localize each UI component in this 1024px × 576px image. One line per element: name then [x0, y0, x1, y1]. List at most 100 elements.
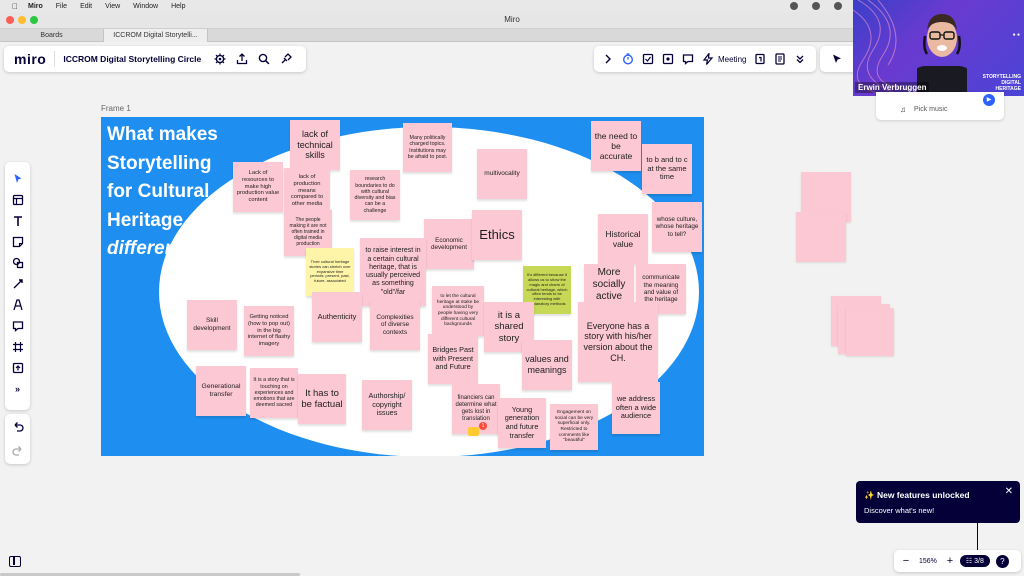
video-top-indicator: ● ● [1012, 32, 1020, 38]
meeting-label[interactable]: Meeting [718, 55, 746, 64]
sticky-note-yellow[interactable]: Their cultural heritage stories can stre… [306, 248, 354, 296]
comment-marker-icon[interactable] [468, 427, 479, 436]
apple-icon[interactable]:  [12, 2, 18, 11]
step-counter-icon[interactable] [753, 52, 767, 66]
music-panel: ♫ Pick music ▶ [876, 92, 1004, 120]
sticky-note[interactable]: Young generation and future transfer [498, 398, 546, 448]
undo-icon[interactable] [11, 420, 24, 433]
play-icon[interactable]: ▶ [983, 94, 995, 106]
sticky-note[interactable]: to b and to c at the same time [642, 144, 692, 194]
frame-label[interactable]: Frame 1 [101, 104, 131, 113]
tray-icon[interactable] [812, 2, 820, 10]
sticky-note-icon[interactable] [11, 235, 24, 248]
menu-app-name[interactable]: Miro [28, 3, 43, 10]
pick-music-link[interactable]: Pick music [914, 106, 947, 113]
tray-icon[interactable] [834, 2, 842, 10]
board-toolbar: miro ICCROM Digital Storytelling Circle [4, 46, 306, 72]
sticky-note[interactable]: Ethics [472, 210, 522, 260]
gear-icon[interactable] [213, 52, 227, 66]
connection-line-icon[interactable] [11, 277, 24, 290]
heading-line-italic: differen [107, 238, 177, 259]
chevron-right-icon[interactable] [601, 52, 615, 66]
tool-palette: » [5, 162, 30, 410]
sticky-note[interactable]: Bridges Past with Present and Future [428, 334, 478, 384]
toast-subtitle[interactable]: Discover what's new! [864, 506, 934, 515]
more-tools-icon[interactable]: » [11, 382, 24, 395]
sticky-note[interactable]: It has to be factual [298, 374, 346, 424]
sticky-note[interactable]: we address often a wide audience [612, 382, 660, 434]
sticky-note-empty[interactable] [846, 308, 894, 356]
cursor-icon[interactable] [830, 52, 844, 66]
sticky-note[interactable]: research boundaries to do with cultural … [350, 170, 400, 220]
comment-icon[interactable] [681, 52, 695, 66]
chevron-double-down-icon[interactable] [793, 52, 807, 66]
meeting-icon[interactable] [701, 52, 715, 66]
close-icon[interactable]: ✕ [1005, 486, 1013, 497]
comment-count-badge[interactable]: 1 [479, 422, 487, 430]
menu-help[interactable]: Help [171, 3, 185, 10]
zoom-out-button[interactable]: − [899, 555, 913, 567]
menu-window[interactable]: Window [133, 3, 158, 10]
sticky-note[interactable]: the need to be accurate [591, 121, 641, 171]
shapes-icon[interactable] [11, 256, 24, 269]
heading-line: Storytelling [107, 152, 212, 174]
menu-edit[interactable]: Edit [80, 3, 92, 10]
sticky-note[interactable]: to raise interest in a certain cultural … [360, 238, 426, 306]
text-tool-icon[interactable] [11, 214, 24, 227]
sticky-note[interactable]: Everyone has a story with his/her versio… [578, 302, 658, 382]
tab-boards[interactable]: Boards [0, 29, 104, 42]
menu-view[interactable]: View [105, 3, 120, 10]
undo-redo-panel [5, 414, 30, 464]
frame-tool-icon[interactable] [11, 340, 24, 353]
sidebar-toggle-icon[interactable] [9, 556, 21, 567]
video-call-overlay: ● ● STORYTELLING DIGITAL HERITAGE Erwin … [853, 0, 1024, 96]
collaboration-toolbar: Meeting [594, 46, 816, 72]
sticky-note[interactable]: Lack of resources to make high productio… [233, 162, 283, 212]
plugin-icon[interactable] [279, 52, 293, 66]
sticky-note[interactable]: Authenticity [312, 292, 362, 342]
sticky-note[interactable]: values and meanings [522, 340, 572, 390]
sticky-note[interactable]: to let the cultural heritage at stake be… [432, 286, 484, 336]
sticky-note[interactable]: More socially active [584, 264, 634, 306]
toast-pointer [977, 523, 978, 550]
sticky-note[interactable]: Economic development [424, 219, 474, 269]
sticky-note[interactable]: Getting noticed (how to pop out) in the … [244, 306, 294, 356]
sticky-note[interactable]: lack of technical skills [290, 120, 340, 170]
tab-board[interactable]: ICCROM Digital Storytelli... [104, 29, 208, 42]
vote-icon[interactable] [641, 52, 655, 66]
zoom-level[interactable]: 156% [919, 558, 937, 565]
redo-icon[interactable] [11, 444, 24, 457]
search-icon[interactable] [257, 52, 271, 66]
menu-file[interactable]: File [56, 3, 67, 10]
share-icon[interactable] [235, 52, 249, 66]
notes-icon[interactable] [773, 52, 787, 66]
frames-count: 3/8 [974, 558, 984, 565]
frame-heading[interactable]: What makes Storytelling for Cultural Her… [107, 121, 218, 264]
sticky-note[interactable]: Authorship/ copyright issues [362, 380, 412, 430]
sticky-note[interactable]: Generational transfer [196, 366, 246, 416]
board-name[interactable]: ICCROM Digital Storytelling Circle [63, 54, 201, 64]
sticky-note[interactable]: multivocality [477, 149, 527, 199]
sticky-note[interactable]: whose culture, whose heritage to tell? [652, 202, 702, 252]
sticky-note[interactable]: Engagement on social can be very superfi… [550, 404, 598, 450]
timer-icon[interactable] [621, 52, 635, 66]
frames-navigator-button[interactable]: ☷ 3/8 [959, 555, 990, 567]
sticky-note[interactable]: Historical value [598, 214, 648, 264]
pen-icon[interactable] [11, 298, 24, 311]
new-features-toast[interactable]: ✨ New features unlocked Discover what's … [856, 481, 1020, 523]
sticky-note[interactable]: lack of production means compared to oth… [284, 168, 330, 214]
sticky-note-empty[interactable] [796, 212, 846, 262]
sticky-note[interactable]: Complexities of diverse contexts [370, 300, 420, 350]
upload-icon[interactable] [11, 361, 24, 374]
templates-icon[interactable] [11, 193, 24, 206]
comment-tool-icon[interactable] [11, 319, 24, 332]
sticky-note[interactable]: It is a story that is touching on experi… [250, 368, 298, 418]
screen-share-icon[interactable] [661, 52, 675, 66]
select-tool-icon[interactable] [11, 172, 24, 185]
sticky-note[interactable]: Skill development [187, 300, 237, 350]
sticky-note[interactable]: Many politically charged topics. Institu… [403, 123, 452, 172]
help-button[interactable]: ? [995, 554, 1009, 568]
miro-logo[interactable]: miro [14, 51, 46, 67]
zoom-in-button[interactable]: + [943, 555, 957, 567]
tray-icon[interactable] [790, 2, 798, 10]
